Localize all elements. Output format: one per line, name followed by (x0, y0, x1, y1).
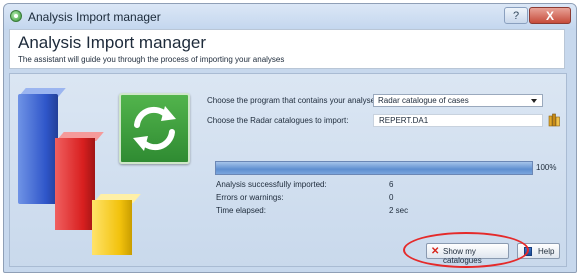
imported-value: 6 (389, 180, 394, 189)
page-title: Analysis Import manager (18, 33, 207, 52)
app-icon (10, 10, 22, 22)
bar-chart-yellow-bar (92, 200, 132, 255)
time-label: Time elapsed: (216, 206, 266, 215)
title-bar: Analysis Import manager ? X (4, 4, 576, 30)
progress-fill (216, 162, 532, 174)
help-label: Help (538, 247, 555, 256)
program-select-value: Radar catalogue of cases (378, 96, 469, 105)
chevron-down-icon (531, 99, 537, 103)
catalogues-field[interactable]: REPERT.DA1 (373, 114, 543, 127)
title-help-button[interactable]: ? (504, 7, 528, 24)
refresh-arrows-icon (133, 106, 176, 151)
page-subtitle: The assistant will guide you through the… (18, 55, 285, 64)
program-select[interactable]: Radar catalogue of cases (373, 94, 543, 107)
bar-chart-red-bar (55, 138, 95, 230)
window-title: Analysis Import manager (28, 10, 161, 24)
bar-chart-blue-bar (18, 94, 58, 204)
progress-percent: 100% (536, 163, 557, 172)
books-icon[interactable] (548, 113, 561, 127)
catalogues-label: Choose the Radar catalogues to import: (207, 116, 349, 125)
app-icon-center (14, 14, 18, 18)
errors-label: Errors or warnings: (216, 193, 284, 202)
program-label: Choose the program that contains your an… (207, 96, 382, 105)
close-button[interactable]: X (529, 7, 571, 24)
highlight-ring (403, 232, 529, 268)
progress-bar (215, 161, 533, 175)
errors-value: 0 (389, 193, 394, 202)
imported-label: Analysis successfully imported: (216, 180, 327, 189)
time-value: 2 sec (389, 206, 409, 215)
refresh-icon (119, 93, 190, 164)
header: Analysis Import manager The assistant wi… (9, 29, 565, 69)
catalogues-field-value: REPERT.DA1 (379, 116, 429, 125)
